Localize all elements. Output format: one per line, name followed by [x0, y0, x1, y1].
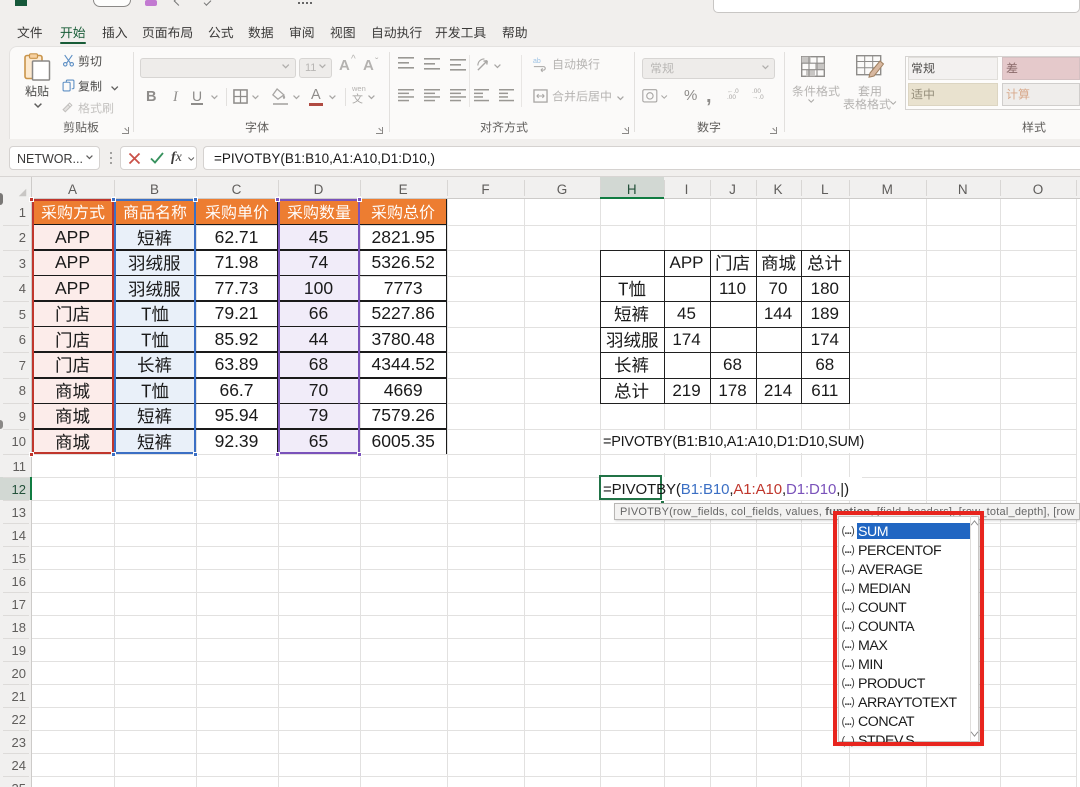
- svg-text:ab: ab: [533, 58, 541, 65]
